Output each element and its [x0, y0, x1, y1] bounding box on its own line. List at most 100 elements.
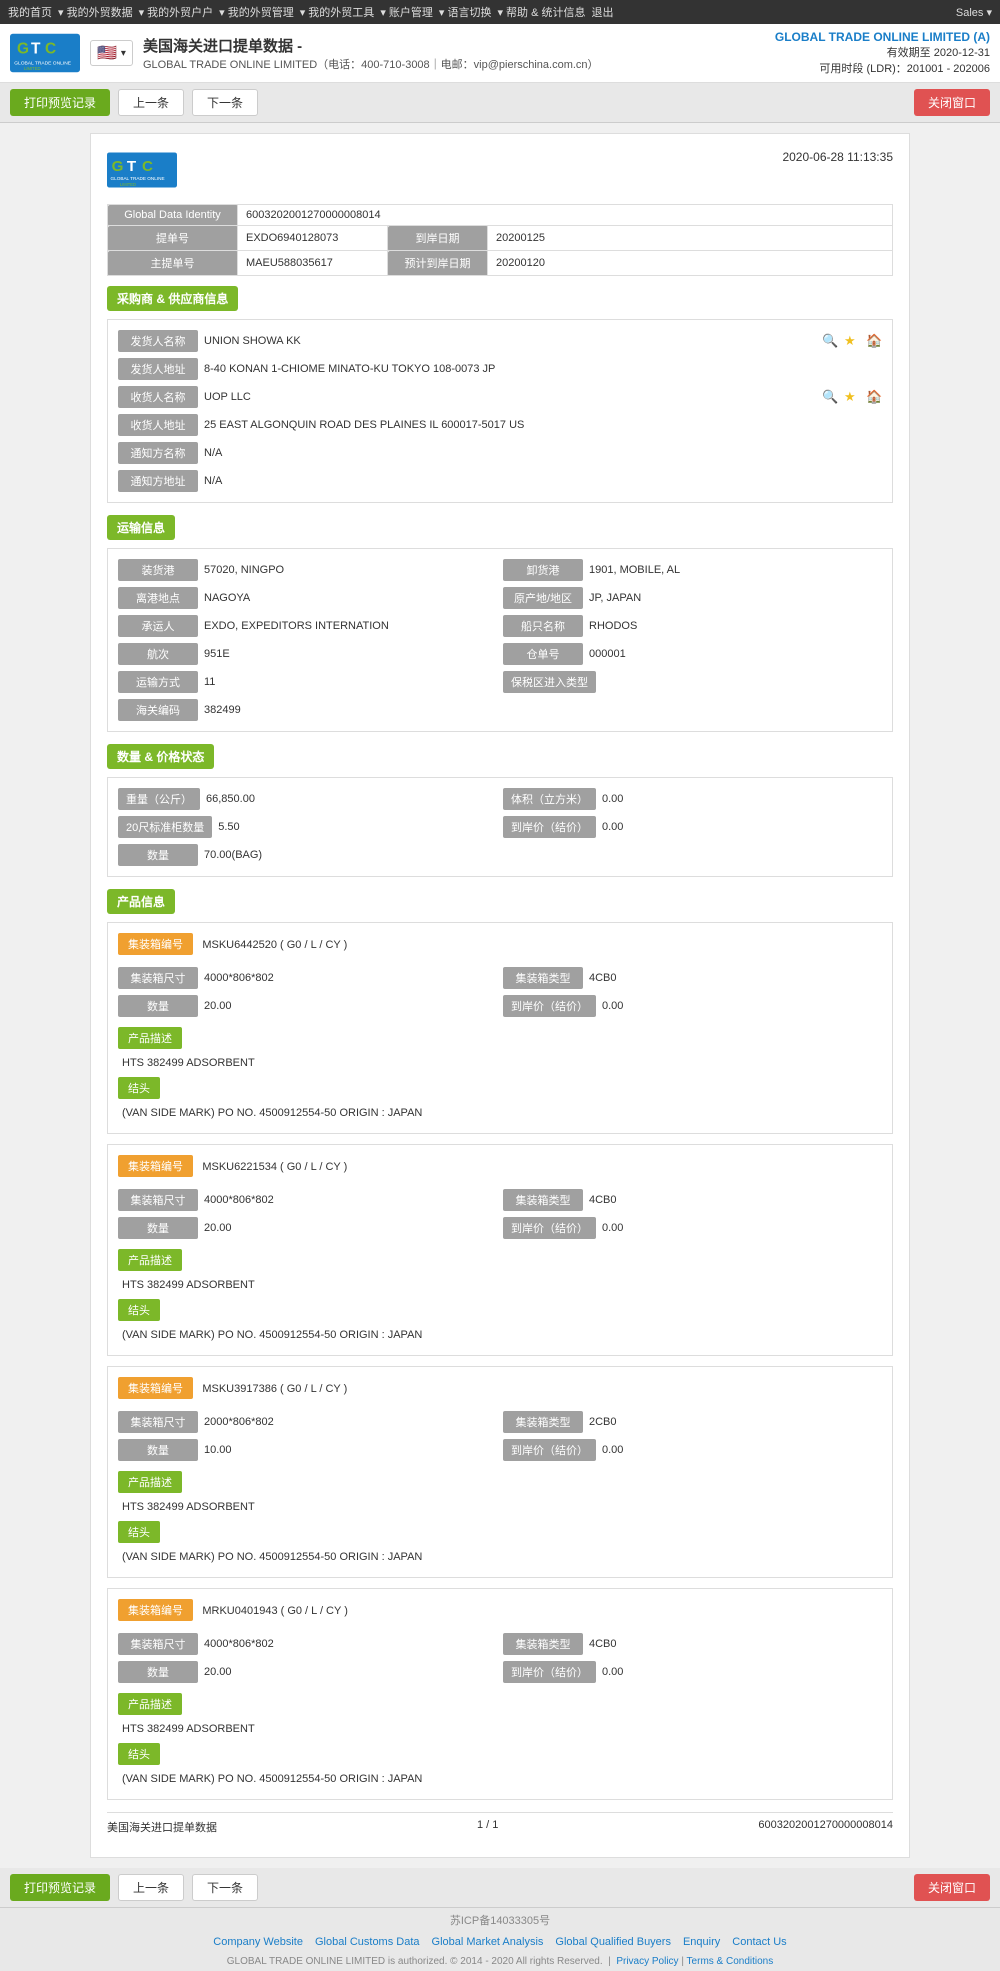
customs-no-value: 382499: [204, 701, 882, 719]
mark-text-1: (VAN SIDE MARK) PO NO. 4500912554-50 ORI…: [122, 1329, 882, 1341]
origin-country-value: JP, JAPAN: [589, 589, 882, 607]
shipper-section-title: 采购商 & 供应商信息: [107, 286, 238, 311]
qty-label-2: 数量: [118, 1439, 198, 1461]
ctype-label-0: 集装箱类型: [503, 967, 583, 989]
doc-footer-page: 1 / 1: [477, 1819, 498, 1835]
doc-footer-label: 美国海关进口提单数据: [107, 1819, 217, 1835]
svg-text:LIMITED: LIMITED: [120, 182, 136, 187]
next-button[interactable]: 下一条: [192, 89, 258, 116]
qty-label-0: 数量: [118, 995, 198, 1017]
star-icon-2[interactable]: ★: [844, 389, 860, 405]
footer-link-contact[interactable]: Contact Us: [732, 1936, 786, 1948]
mark-tag-1: 结头: [118, 1299, 160, 1321]
origin-country-label: 原产地/地区: [503, 587, 583, 609]
nav-tools[interactable]: ▾ 我的外贸工具: [300, 4, 375, 20]
footer-bottom: GLOBAL TRADE ONLINE LIMITED is authorize…: [0, 1952, 1000, 1971]
departure-place-value: NAGOYA: [204, 589, 497, 607]
logistics-section-title: 运输信息: [107, 515, 175, 540]
desc-text-1: HTS 382499 ADSORBENT: [122, 1279, 882, 1291]
language-selector[interactable]: 🇺🇸 ▾: [90, 40, 133, 66]
bottom-print-button[interactable]: 打印预览记录: [10, 1874, 110, 1901]
bill-no-label: 提单号: [108, 226, 238, 251]
container-no-value-3: MRKU0401943 ( G0 / L / CY ): [202, 1605, 348, 1617]
doc-footer: 美国海关进口提单数据 1 / 1 6003202001270000008014: [107, 1812, 893, 1841]
bottom-close-button[interactable]: 关闭窗口: [914, 1874, 990, 1901]
csize-value-2: 2000*806*802: [204, 1413, 497, 1431]
container-no-label-0: 集装箱编号: [118, 933, 193, 955]
nav-management[interactable]: ▾ 我的外贸管理: [219, 4, 294, 20]
uprice-label-1: 到岸价（结价）: [503, 1217, 596, 1239]
qty-value-1: 20.00: [204, 1219, 497, 1237]
uprice-value-3: 0.00: [602, 1663, 882, 1681]
bottom-prev-button[interactable]: 上一条: [118, 1874, 184, 1901]
product-items-container: 集装箱编号 MSKU6442520 ( G0 / L / CY ) 集装箱尺寸 …: [107, 922, 893, 1800]
footer-link-enquiry[interactable]: Enquiry: [683, 1936, 720, 1948]
toolbar: 打印预览记录 上一条 下一条 关闭窗口: [0, 83, 1000, 123]
footer-link-customs[interactable]: Global Customs Data: [315, 1936, 420, 1948]
ctype-label-2: 集装箱类型: [503, 1411, 583, 1433]
desc-tag-0: 产品描述: [118, 1027, 182, 1049]
consignee-name-value: UOP LLC: [204, 388, 816, 406]
terms-link[interactable]: Terms & Conditions: [687, 1956, 774, 1967]
prev-button[interactable]: 上一条: [118, 89, 184, 116]
csize-label-3: 集装箱尺寸: [118, 1633, 198, 1655]
nav-export-data[interactable]: ▾ 我的外贸数据: [58, 4, 133, 20]
container-no-label-3: 集装箱编号: [118, 1599, 193, 1621]
home-icon-2[interactable]: 🏠: [866, 389, 882, 405]
search-icon[interactable]: 🔍: [822, 333, 838, 349]
desc-text-0: HTS 382499 ADSORBENT: [122, 1057, 882, 1069]
product-section: 产品信息 集装箱编号 MSKU6442520 ( G0 / L / CY ) 集…: [107, 889, 893, 1800]
nav-customers[interactable]: ▾ 我的外贸户户: [139, 4, 214, 20]
page-header: G T C GLOBAL TRADE ONLINE LIMITED 🇺🇸 ▾ 美…: [0, 24, 1000, 83]
container-no-value-1: MSKU6221534 ( G0 / L / CY ): [202, 1161, 347, 1173]
doc-header: G T C GLOBAL TRADE ONLINE LIMITED 2020-0…: [107, 150, 893, 190]
nav-home[interactable]: 我的首页: [8, 4, 52, 20]
container-no-value-0: MSKU6442520 ( G0 / L / CY ): [202, 939, 347, 951]
shipper-block: 发货人名称 UNION SHOWA KK 🔍 ★ 🏠 发货人地址 8-40 KO…: [107, 319, 893, 503]
print-button[interactable]: 打印预览记录: [10, 89, 110, 116]
mark-tag-0: 结头: [118, 1077, 160, 1099]
privacy-policy-link[interactable]: Privacy Policy: [616, 1956, 678, 1967]
nav-logout[interactable]: 退出: [592, 4, 614, 20]
nav-language[interactable]: ▾ 语言切换: [439, 4, 492, 20]
uprice-value-1: 0.00: [602, 1219, 882, 1237]
volume-label: 体积（立方米）: [503, 788, 596, 810]
std-containers-value: 5.50: [218, 818, 497, 836]
bol-value: 000001: [589, 645, 882, 663]
footer-link-market[interactable]: Global Market Analysis: [432, 1936, 544, 1948]
nav-help[interactable]: ▾ 帮助 & 统计信息: [497, 4, 585, 20]
time-info: 可用时段 (LDR)：201001 - 202006: [775, 60, 990, 76]
bottom-next-button[interactable]: 下一条: [192, 1874, 258, 1901]
ctype-label-1: 集装箱类型: [503, 1189, 583, 1211]
notify-addr-value: N/A: [204, 472, 882, 490]
svg-text:C: C: [45, 40, 56, 57]
planned-arrival-value: 20200120: [488, 251, 893, 276]
bill-no-value: EXDO6940128073: [238, 226, 388, 251]
svg-text:C: C: [142, 158, 153, 175]
nav-links: 我的首页 ▾ 我的外贸数据 ▾ 我的外贸户户 ▾ 我的外贸管理 ▾ 我的外贸工具…: [8, 4, 614, 20]
quantity-qs-label: 数量: [118, 844, 198, 866]
container-no-value-2: MSKU3917386 ( G0 / L / CY ): [202, 1383, 347, 1395]
logistics-section: 运输信息 装货港 57020, NINGPO 卸货港 1901, MOBILE,…: [107, 515, 893, 732]
header-title-block: 美国海关进口提单数据 - GLOBAL TRADE ONLINE LIMITED…: [143, 35, 599, 72]
gdi-label: Global Data Identity: [108, 205, 238, 226]
carrier-label: 承运人: [118, 615, 198, 637]
footer-link-company[interactable]: Company Website: [213, 1936, 303, 1948]
nav-account[interactable]: ▾ 账户管理: [380, 4, 433, 20]
customs-zone-value: [602, 679, 882, 685]
sales-button[interactable]: Sales ▾: [956, 6, 992, 19]
mark-text-0: (VAN SIDE MARK) PO NO. 4500912554-50 ORI…: [122, 1107, 882, 1119]
qty-value-2: 10.00: [204, 1441, 497, 1459]
uprice-label-0: 到岸价（结价）: [503, 995, 596, 1017]
search-icon-2[interactable]: 🔍: [822, 389, 838, 405]
ctype-value-0: 4CB0: [589, 969, 882, 987]
star-icon[interactable]: ★: [844, 333, 860, 349]
vessel-name-label: 船只名称: [503, 615, 583, 637]
footer-link-buyers[interactable]: Global Qualified Buyers: [555, 1936, 671, 1948]
shipper-name-label: 发货人名称: [118, 330, 198, 352]
svg-text:GLOBAL TRADE ONLINE: GLOBAL TRADE ONLINE: [111, 176, 165, 181]
home-icon[interactable]: 🏠: [866, 333, 882, 349]
close-button[interactable]: 关闭窗口: [914, 89, 990, 116]
master-bill-value: MAEU588035617: [238, 251, 388, 276]
ctype-value-1: 4CB0: [589, 1191, 882, 1209]
